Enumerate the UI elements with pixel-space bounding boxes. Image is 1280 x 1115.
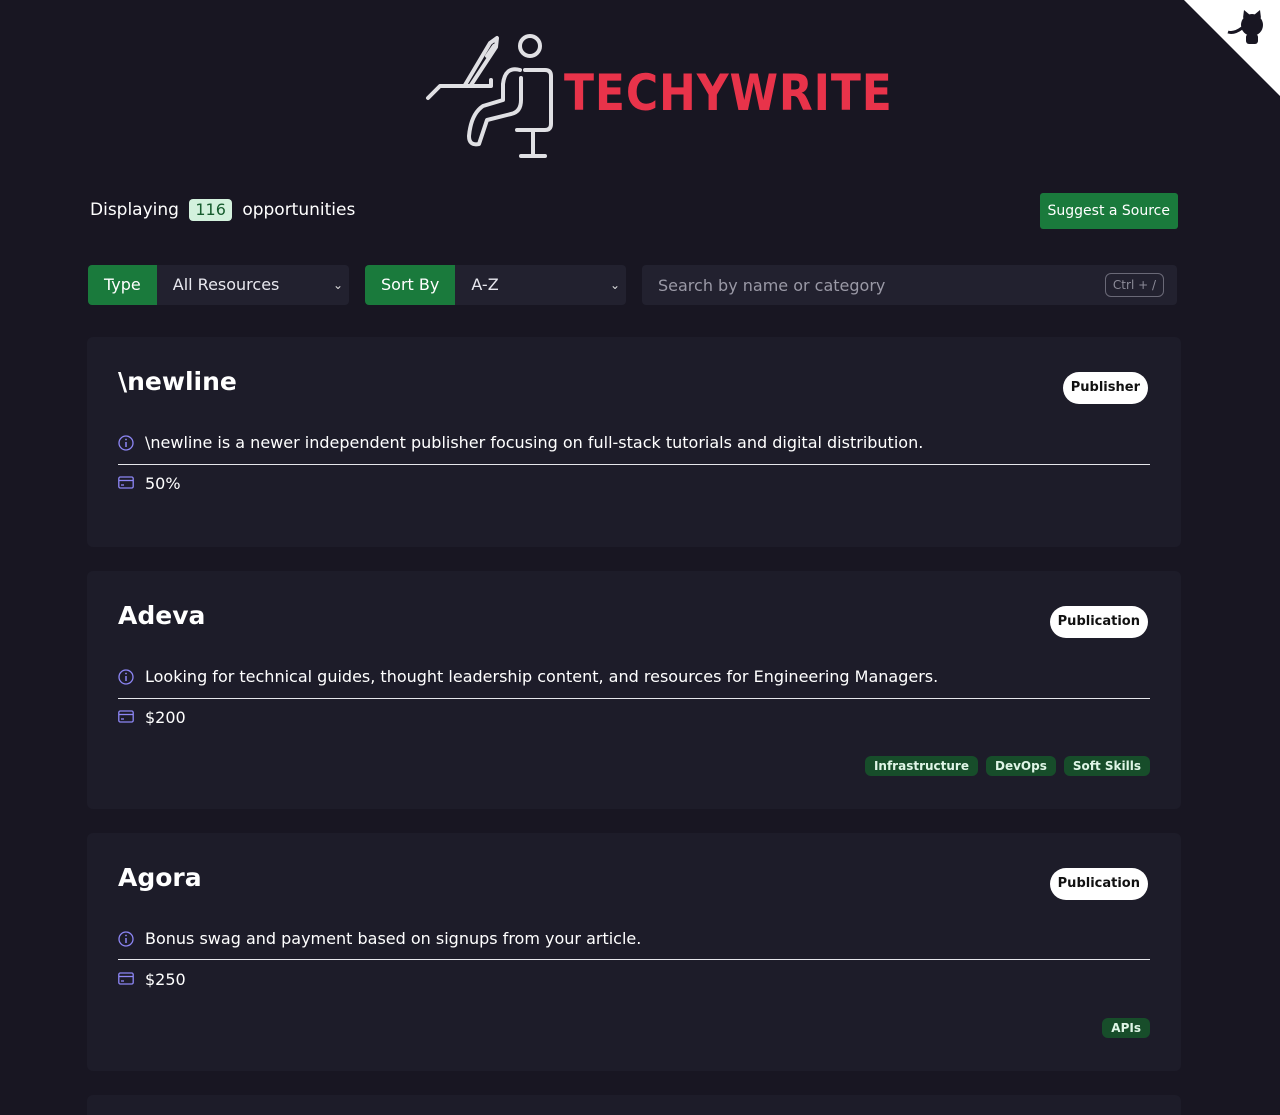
results-summary: Displaying 116 opportunities: [90, 199, 355, 221]
card-divider: [118, 464, 1150, 465]
tag-list: Infrastructure DevOps Soft Skills: [864, 756, 1150, 776]
search-shortcut-hint: Ctrl + /: [1104, 273, 1164, 297]
payment-row: $250: [118, 968, 1150, 992]
card-description: \newline is a newer independent publishe…: [145, 433, 924, 452]
card-description: Looking for technical guides, thought le…: [145, 667, 939, 686]
category-tag[interactable]: Soft Skills: [1063, 756, 1150, 776]
category-tag[interactable]: DevOps: [986, 756, 1056, 776]
description-row: \newline is a newer independent publishe…: [118, 431, 1150, 455]
chevron-down-icon: ⌄: [609, 278, 620, 292]
type-filter: Type All Resources ⌄: [88, 265, 349, 305]
sort-filter-label: Sort By: [365, 265, 456, 305]
opportunity-card[interactable]: Agora Publication Bonus swag and payment…: [87, 833, 1181, 1071]
card-payment: $200: [145, 708, 186, 727]
card-payment: 50%: [145, 474, 181, 493]
category-tag[interactable]: APIs: [1102, 1018, 1150, 1038]
opportunity-card[interactable]: \newline Publisher \newline is a newer i…: [87, 337, 1181, 547]
info-icon: [118, 931, 134, 947]
type-filter-label: Type: [88, 265, 157, 305]
search-input[interactable]: [642, 265, 1114, 305]
type-select-value: All Resources: [172, 275, 280, 294]
sort-select[interactable]: A-Z ⌄: [455, 265, 626, 305]
type-badge: Publisher: [1062, 372, 1148, 404]
search-box: Ctrl + /: [642, 265, 1177, 305]
suggest-source-button[interactable]: Suggest a Source: [1039, 193, 1178, 229]
card-payment: $250: [145, 970, 186, 989]
card-divider: [118, 959, 1150, 960]
sort-filter: Sort By A-Z ⌄: [365, 265, 626, 305]
results-count-badge: 116: [189, 199, 232, 221]
summary-suffix: opportunities: [242, 200, 356, 220]
site-header: TECHYWRITE: [0, 28, 1280, 163]
payment-row: 50%: [118, 472, 1150, 496]
brand-name: TECHYWRITE: [564, 64, 893, 122]
description-row: Bonus swag and payment based on signups …: [118, 927, 1150, 951]
card-divider: [118, 698, 1150, 699]
info-icon: [118, 669, 134, 685]
credit-card-icon: [118, 476, 134, 489]
description-row: Looking for technical guides, thought le…: [118, 665, 1150, 689]
sort-select-value: A-Z: [471, 275, 499, 294]
type-badge: Publication: [1049, 868, 1148, 900]
opportunity-card[interactable]: Adeva Publication Looking for technical …: [87, 571, 1181, 809]
opportunity-card[interactable]: [87, 1095, 1181, 1115]
results-toolbar: Displaying 116 opportunities Suggest a S…: [90, 193, 1178, 229]
credit-card-icon: [118, 972, 134, 985]
credit-card-icon: [118, 710, 134, 723]
writer-at-desk-icon: [426, 34, 553, 158]
category-tag[interactable]: Infrastructure: [864, 756, 978, 776]
payment-row: $200: [118, 706, 1150, 730]
info-icon: [118, 435, 134, 451]
card-title: Agora: [118, 863, 202, 892]
type-badge: Publication: [1049, 606, 1148, 638]
card-title: Adeva: [118, 601, 206, 630]
type-select[interactable]: All Resources ⌄: [156, 265, 349, 305]
card-title: \newline: [118, 367, 237, 396]
summary-prefix: Displaying: [90, 200, 179, 220]
card-description: Bonus swag and payment based on signups …: [145, 929, 642, 948]
tag-list: APIs: [1102, 1018, 1150, 1038]
chevron-down-icon: ⌄: [332, 278, 343, 292]
filter-bar: Type All Resources ⌄ Sort By A-Z ⌄ Ctrl …: [88, 265, 1178, 305]
